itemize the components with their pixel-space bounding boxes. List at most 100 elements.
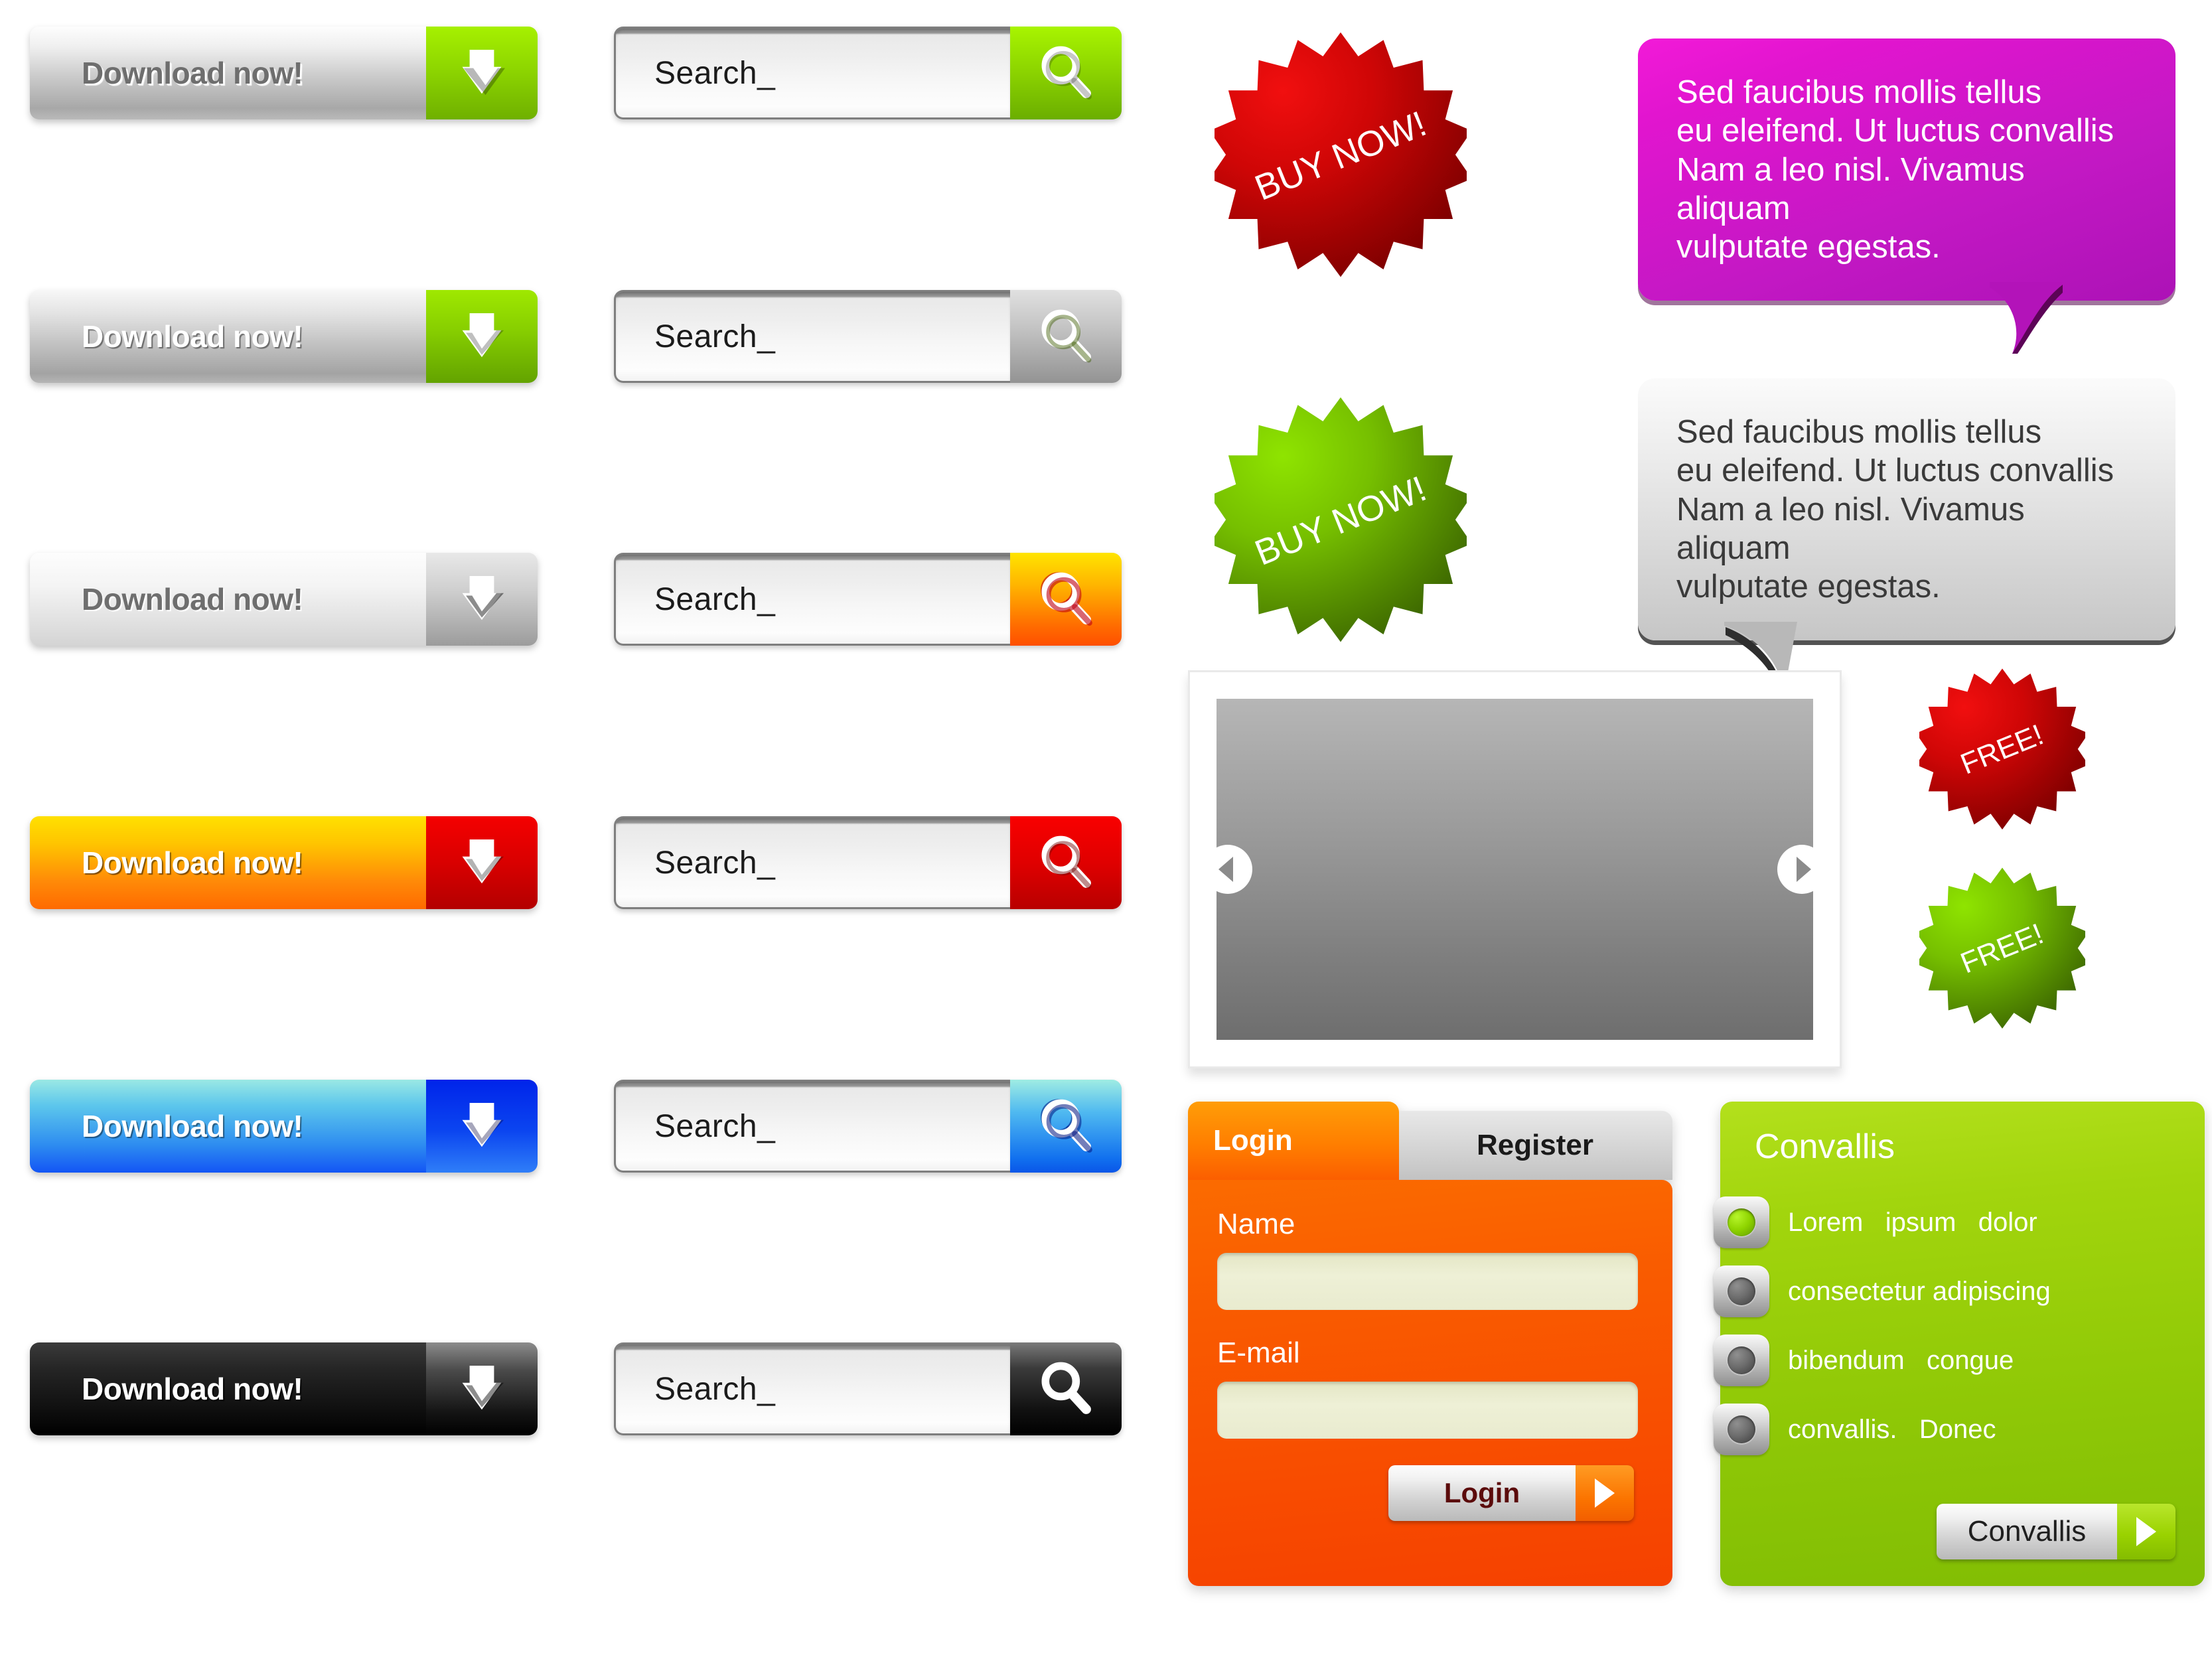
search-submit-button[interactable] [1010, 1080, 1122, 1173]
search-box[interactable]: Search_ [614, 1080, 1122, 1173]
download-button-body[interactable]: Download now! [30, 1342, 426, 1435]
arrow-right-icon [1595, 1479, 1615, 1508]
download-button[interactable]: Download now! [30, 1080, 538, 1173]
radio-dot-icon [1728, 1415, 1755, 1443]
badge-buy-now-red[interactable]: BUY NOW! [1215, 30, 1467, 282]
download-button-body[interactable]: Download now! [30, 816, 426, 909]
download-button-body[interactable]: Download now! [30, 27, 426, 119]
login-submit-button[interactable]: Login [1388, 1465, 1634, 1521]
download-button-icon-area[interactable] [426, 553, 538, 646]
search-box[interactable]: Search_ [614, 816, 1122, 909]
convallis-option-label: consectetur adipiscing [1788, 1276, 2051, 1306]
name-field[interactable] [1217, 1253, 1638, 1310]
search-submit-button[interactable] [1010, 290, 1122, 383]
ui-kit-canvas: Download now! Download now! Download now… [0, 0, 2212, 1659]
search-input-value: Search_ [654, 319, 776, 354]
download-button-body[interactable]: Download now! [30, 290, 426, 383]
convallis-option-row[interactable]: bibendum congue [1714, 1326, 2175, 1395]
tab-register[interactable]: Register [1387, 1111, 1672, 1180]
search-input-value: Search_ [654, 581, 776, 617]
search-input[interactable]: Search_ [614, 27, 1010, 119]
download-button-icon-area[interactable] [426, 1342, 538, 1435]
arrow-down-icon [451, 1358, 512, 1419]
convallis-option-row[interactable]: Lorem ipsum dolor [1714, 1188, 2175, 1257]
arrow-down-icon [451, 42, 512, 104]
download-button-icon-area[interactable] [426, 27, 538, 119]
image-slider[interactable] [1188, 670, 1842, 1068]
search-submit-button[interactable] [1010, 1342, 1122, 1435]
download-button[interactable]: Download now! [30, 27, 538, 119]
download-button-label: Download now! [82, 845, 303, 880]
convallis-option-label: bibendum congue [1788, 1345, 2014, 1375]
chevron-left-icon [1218, 857, 1233, 882]
search-input[interactable]: Search_ [614, 553, 1010, 646]
tab-login-label: Login [1213, 1124, 1293, 1157]
search-input-value: Search_ [654, 55, 776, 91]
badge-free-green[interactable]: FREE! [1919, 866, 2085, 1032]
slider-image-placeholder [1203, 699, 1826, 1040]
download-button-icon-area[interactable] [426, 290, 538, 383]
search-input[interactable]: Search_ [614, 290, 1010, 383]
download-button-icon-area[interactable] [426, 816, 538, 909]
convallis-panel[interactable]: Convallis Lorem ipsum dolor consectetur … [1714, 1102, 2205, 1586]
speech-bubble-text: Sed faucibus mollis tellus eu eleifend. … [1676, 414, 2114, 605]
search-input[interactable]: Search_ [614, 1080, 1010, 1173]
download-button-label: Download now! [82, 319, 303, 354]
email-field[interactable] [1217, 1382, 1638, 1439]
convallis-option-label: Lorem ipsum dolor [1788, 1207, 2037, 1237]
search-submit-button[interactable] [1010, 553, 1122, 646]
speech-bubble-grey: Sed faucibus mollis tellus eu eleifend. … [1638, 378, 2175, 694]
search-box[interactable]: Search_ [614, 290, 1122, 383]
download-button[interactable]: Download now! [30, 553, 538, 646]
download-button-label: Download now! [82, 582, 303, 616]
search-input-value: Search_ [654, 845, 776, 881]
convallis-submit-button[interactable]: Convallis [1937, 1504, 2175, 1559]
search-input[interactable]: Search_ [614, 816, 1010, 909]
convallis-option-row[interactable]: convallis. Donec [1714, 1395, 2175, 1464]
arrow-down-icon [451, 1096, 512, 1157]
name-field-label: Name [1217, 1208, 1295, 1240]
slider-prev-button[interactable] [1203, 845, 1252, 894]
speech-bubble-body: Sed faucibus mollis tellus eu eleifend. … [1638, 38, 2175, 301]
search-submit-button[interactable] [1010, 816, 1122, 909]
convallis-submit-icon-area [2117, 1504, 2175, 1559]
badge-free-red[interactable]: FREE! [1919, 667, 2085, 833]
badge-buy-now-green[interactable]: BUY NOW! [1215, 395, 1467, 647]
download-button-body[interactable]: Download now! [30, 553, 426, 646]
download-button[interactable]: Download now! [30, 816, 538, 909]
convallis-option-row[interactable]: consectetur adipiscing [1714, 1257, 2175, 1326]
magnifier-icon [1041, 1099, 1092, 1153]
search-box[interactable]: Search_ [614, 1342, 1122, 1435]
search-submit-button[interactable] [1010, 27, 1122, 119]
magnifier-icon [1041, 46, 1092, 100]
speech-bubble-tail [1983, 282, 2069, 355]
magnifier-icon [1041, 1362, 1091, 1414]
radio-dot-icon [1728, 1277, 1755, 1305]
speech-bubble-body: Sed faucibus mollis tellus eu eleifend. … [1638, 378, 2175, 641]
magnifier-icon [1041, 572, 1092, 626]
search-input-value: Search_ [654, 1108, 776, 1144]
download-button-label: Download now! [82, 1372, 303, 1406]
search-box[interactable]: Search_ [614, 553, 1122, 646]
download-button[interactable]: Download now! [30, 290, 538, 383]
convallis-submit-label: Convallis [1937, 1504, 2117, 1559]
radio-dot-icon [1728, 1208, 1755, 1236]
arrow-down-icon [451, 306, 512, 367]
download-button[interactable]: Download now! [30, 1342, 538, 1435]
chevron-right-icon [1797, 857, 1811, 882]
tab-login[interactable]: Login [1188, 1102, 1399, 1180]
radio-button-consectetur[interactable] [1714, 1265, 1769, 1317]
speech-bubble-text: Sed faucibus mollis tellus eu eleifend. … [1676, 74, 2114, 265]
radio-button-bibendum[interactable] [1714, 1334, 1769, 1386]
login-panel-tabs: Login Register [1188, 1102, 1672, 1180]
search-box[interactable]: Search_ [614, 27, 1122, 119]
slider-next-button[interactable] [1777, 845, 1826, 894]
download-button-body[interactable]: Download now! [30, 1080, 426, 1173]
arrow-down-icon [451, 832, 512, 893]
download-button-label: Download now! [82, 1109, 303, 1143]
login-panel[interactable]: Login Register Name E-mail Login [1188, 1102, 1672, 1586]
search-input[interactable]: Search_ [614, 1342, 1010, 1435]
radio-button-lorem[interactable] [1714, 1196, 1769, 1248]
radio-button-convallis[interactable] [1714, 1404, 1769, 1455]
download-button-icon-area[interactable] [426, 1080, 538, 1173]
